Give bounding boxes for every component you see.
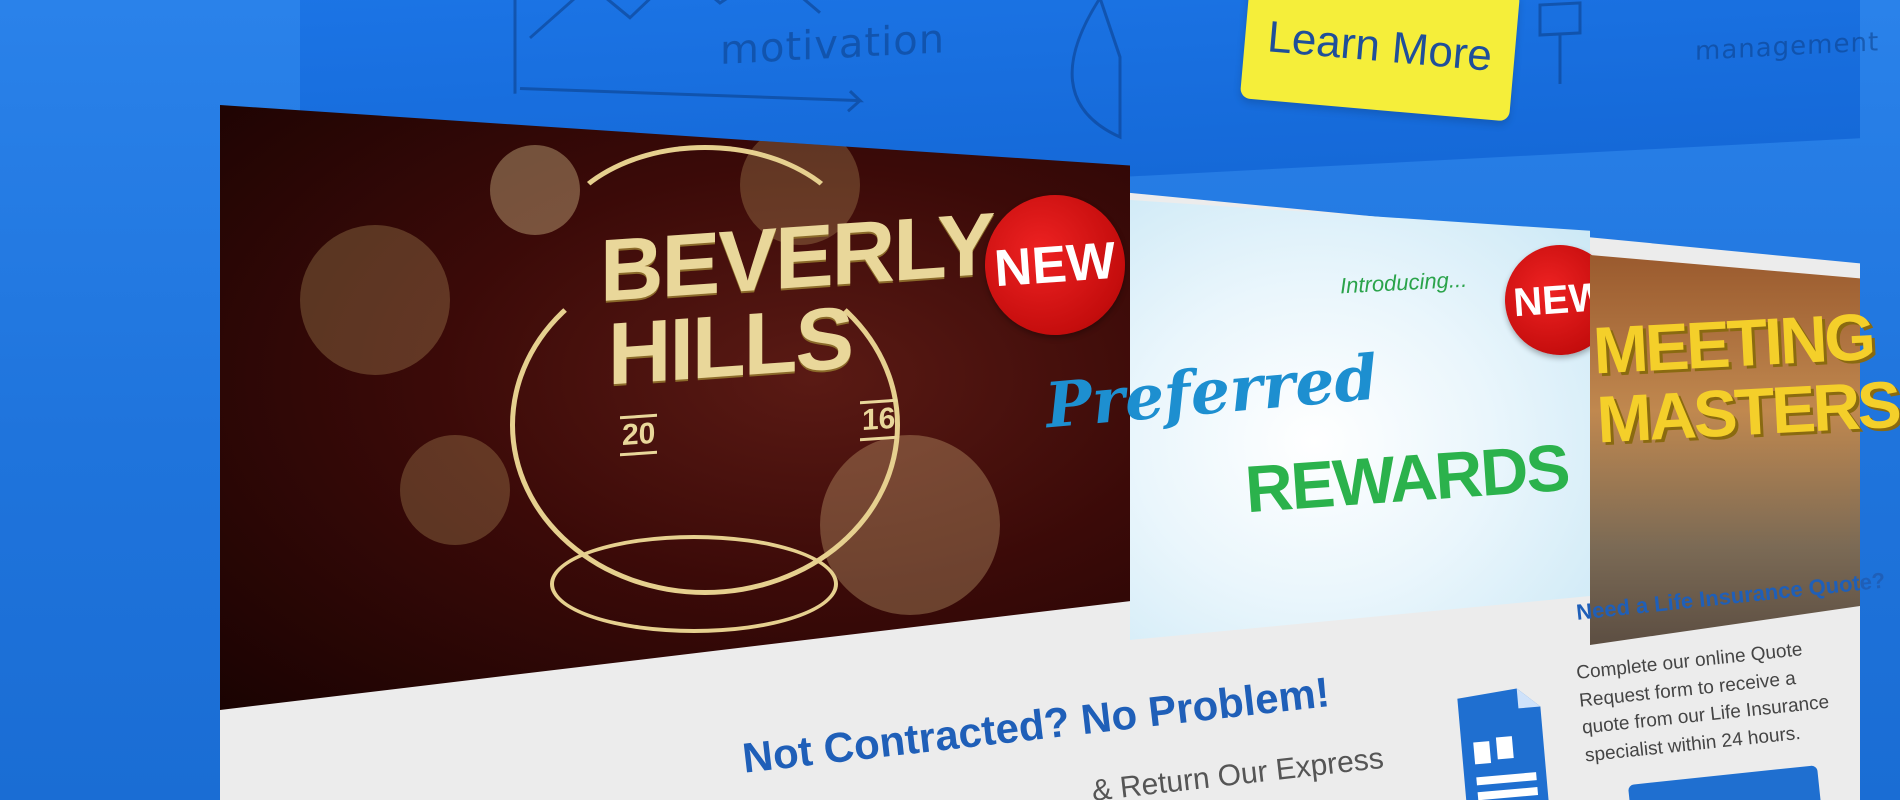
document-quote-icon: [1457, 688, 1550, 800]
meeting-title-line2: MASTERS: [1595, 367, 1900, 457]
beverly-year-left: 20: [620, 413, 658, 457]
beverly-year-right: 16: [860, 398, 898, 442]
bokeh-light: [300, 225, 450, 375]
meeting-masters-title: MEETING MASTERS: [1591, 299, 1900, 457]
page-background: motivation management Learn More BEVERLY…: [0, 0, 1900, 800]
beverly-title-line2: HILLS: [607, 287, 853, 404]
beverly-hills-title: BEVERLY HILLS: [600, 194, 994, 404]
crest-flourish: [550, 535, 838, 633]
bokeh-light: [400, 435, 510, 545]
